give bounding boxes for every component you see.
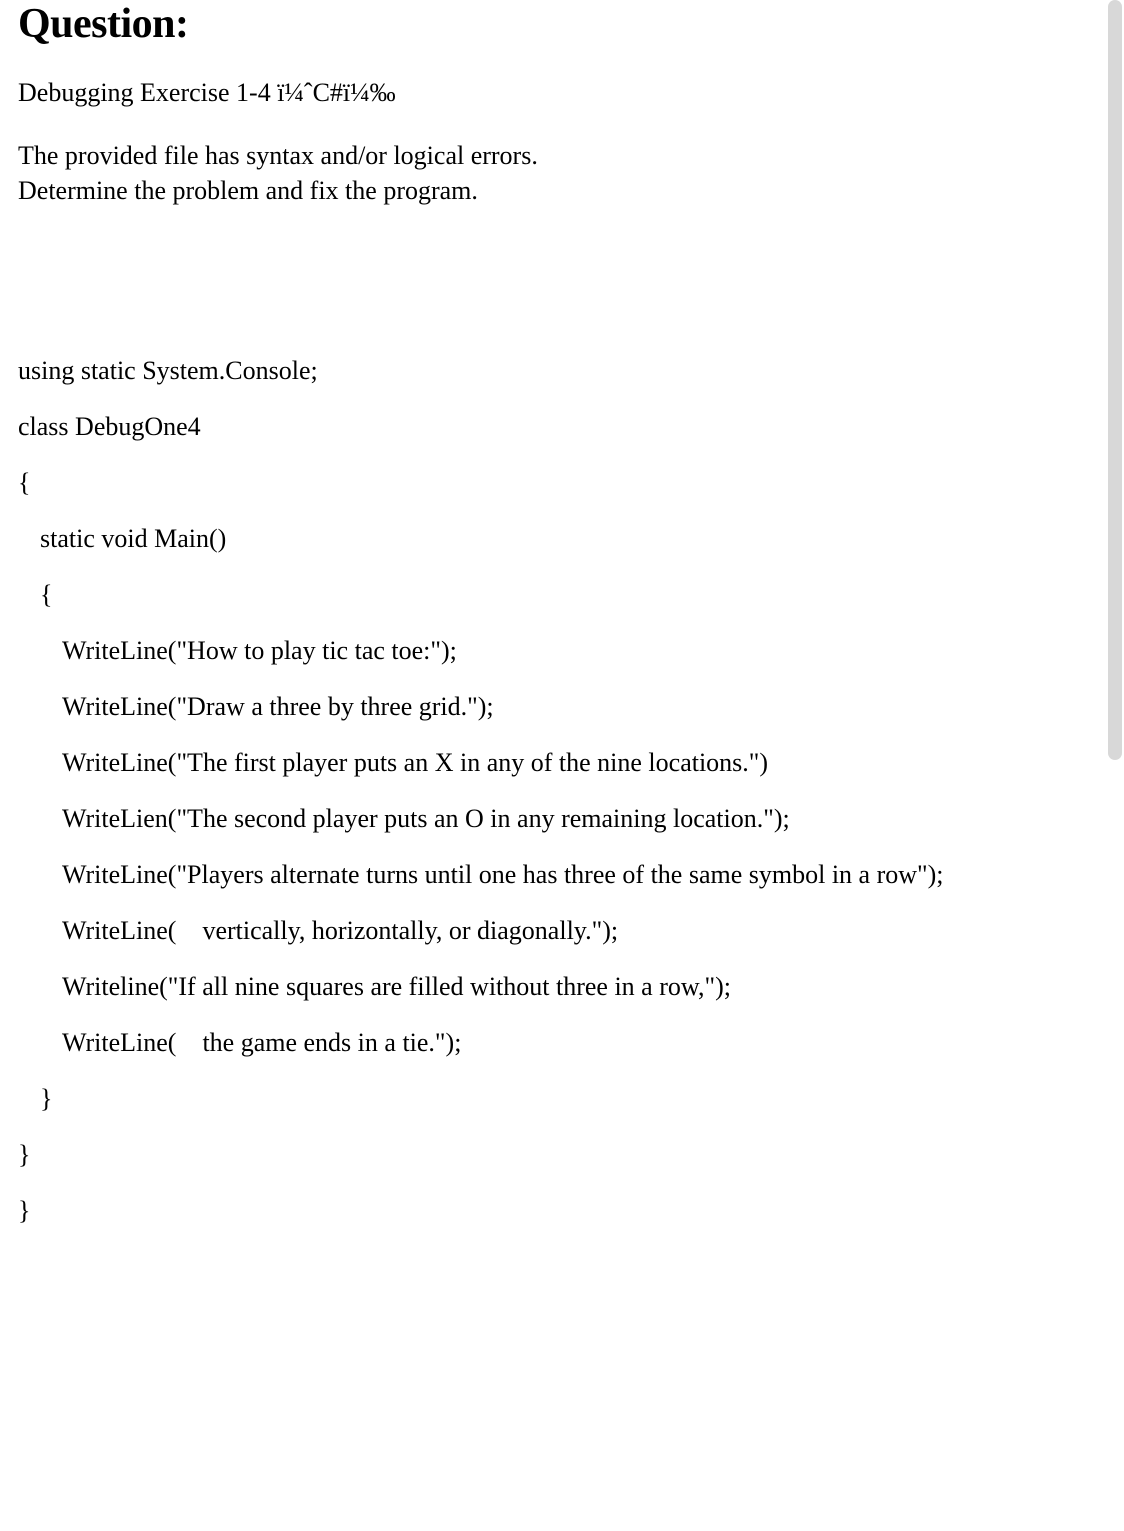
code-line: WriteLine( vertically, horizontally, or … [18, 918, 1106, 944]
code-line: class DebugOne4 [18, 414, 1106, 440]
code-line: WriteLien("The second player puts an O i… [18, 806, 1106, 832]
code-line: } [18, 1142, 1106, 1168]
question-heading: Question: [18, 0, 1106, 48]
code-line: Writeline("If all nine squares are fille… [18, 974, 1106, 1000]
code-line: static void Main() [18, 526, 1106, 552]
code-line: } [18, 1198, 1106, 1224]
description-block: The provided file has syntax and/or logi… [18, 138, 1106, 208]
exercise-title: Debugging Exercise 1-4 ï¼ˆC#ï¼‰ [18, 76, 1106, 110]
code-line: WriteLine("Draw a three by three grid.")… [18, 694, 1106, 720]
code-line: { [18, 582, 1106, 608]
code-line: using static System.Console; [18, 358, 1106, 384]
code-line: WriteLine("The first player puts an X in… [18, 750, 1106, 776]
code-line: } [18, 1086, 1106, 1112]
scrollbar-track[interactable] [1108, 0, 1122, 1274]
code-line: WriteLine("Players alternate turns until… [18, 862, 1106, 888]
code-block: using static System.Console; class Debug… [18, 358, 1106, 1224]
code-line: { [18, 470, 1106, 496]
code-line: WriteLine( the game ends in a tie."); [18, 1030, 1106, 1056]
description-line: Determine the problem and fix the progra… [18, 173, 1106, 208]
scrollbar-thumb[interactable] [1108, 0, 1122, 760]
description-line: The provided file has syntax and/or logi… [18, 138, 1106, 173]
code-line: WriteLine("How to play tic tac toe:"); [18, 638, 1106, 664]
question-content: Question: Debugging Exercise 1-4 ï¼ˆC#ï¼… [0, 0, 1124, 1274]
